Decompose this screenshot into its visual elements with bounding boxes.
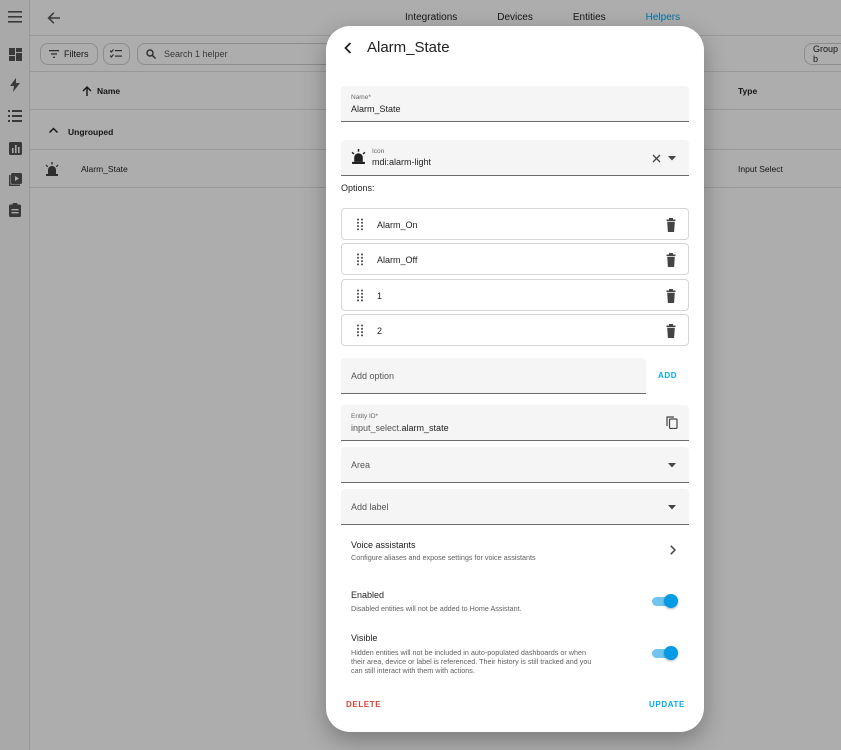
update-button[interactable]: UPDATE	[649, 700, 685, 709]
dialog-title: Alarm_State	[367, 39, 450, 56]
option-label: 2	[377, 326, 383, 336]
name-field-label: Name*	[351, 94, 371, 101]
delete-icon[interactable]	[664, 253, 678, 267]
dialog-header: Alarm_State	[326, 26, 704, 72]
voice-assistants-item[interactable]: Voice assistants Configure aliases and e…	[341, 533, 689, 567]
area-picker[interactable]: Area	[341, 447, 689, 483]
visible-subtitle-line: Hidden entities will not be included in …	[351, 648, 586, 657]
enabled-title: Enabled	[351, 590, 385, 600]
enabled-toggle[interactable]	[652, 594, 678, 608]
entity-id-label: Entity ID*	[351, 413, 379, 420]
option-label: Alarm_On	[377, 220, 418, 230]
add-option-input[interactable]: Add option	[341, 358, 646, 394]
entity-id-field[interactable]: Entity ID* input_select.alarm_state	[341, 405, 689, 441]
option-item[interactable]: Alarm_Off	[341, 243, 689, 275]
name-field-value: Alarm_State	[351, 104, 401, 114]
label-picker[interactable]: Add label	[341, 489, 689, 525]
alarm-light-icon	[351, 149, 366, 164]
add-option-placeholder: Add option	[351, 371, 395, 381]
delete-icon[interactable]	[664, 289, 678, 303]
visible-title: Visible	[351, 633, 378, 643]
option-label: Alarm_Off	[377, 255, 418, 265]
name-field[interactable]: Name* Alarm_State	[341, 86, 689, 122]
visible-subtitle-line: can still interact with them with action…	[351, 666, 475, 675]
drag-handle-icon[interactable]	[356, 289, 366, 302]
chevron-right-icon	[670, 545, 676, 555]
options-label: Options:	[341, 183, 375, 193]
voice-assistants-title: Voice assistants	[351, 540, 416, 550]
icon-picker-field[interactable]: Icon mdi:alarm-light	[341, 140, 689, 176]
clear-icon[interactable]	[649, 151, 663, 165]
delete-button[interactable]: DELETE	[346, 700, 381, 709]
entity-settings-dialog: Alarm_State Name* Alarm_State Icon mdi:a…	[326, 26, 704, 732]
visible-setting: Visible Hidden entities will not be incl…	[341, 630, 689, 680]
drag-handle-icon[interactable]	[356, 253, 366, 266]
drag-handle-icon[interactable]	[356, 218, 366, 231]
area-placeholder: Area	[351, 460, 371, 470]
option-item[interactable]: 1	[341, 279, 689, 311]
entity-id-prefix: input_select.	[351, 423, 402, 433]
option-item[interactable]: Alarm_On	[341, 208, 689, 240]
enabled-setting: Enabled Disabled entities will not be ad…	[341, 586, 689, 618]
delete-icon[interactable]	[664, 218, 678, 232]
copy-icon[interactable]	[665, 415, 679, 429]
delete-icon[interactable]	[664, 324, 678, 338]
dropdown-arrow-icon[interactable]	[665, 500, 679, 514]
enabled-subtitle: Disabled entities will not be added to H…	[351, 604, 522, 613]
voice-assistants-subtitle: Configure aliases and expose settings fo…	[351, 553, 536, 562]
entity-id-suffix: alarm_state	[401, 423, 449, 433]
icon-field-label: Icon	[372, 148, 385, 155]
visible-toggle[interactable]	[652, 646, 678, 660]
label-placeholder: Add label	[351, 502, 389, 512]
entity-id-value: input_select.alarm_state	[351, 423, 449, 433]
option-label: 1	[377, 291, 383, 301]
icon-field-value: mdi:alarm-light	[372, 157, 432, 167]
visible-subtitle-line: their area, device or label is reference…	[351, 657, 592, 666]
drag-handle-icon[interactable]	[356, 324, 366, 337]
chevron-left-icon[interactable]	[340, 40, 356, 56]
option-item[interactable]: 2	[341, 314, 689, 346]
dropdown-arrow-icon[interactable]	[665, 458, 679, 472]
add-option-button[interactable]: ADD	[658, 371, 677, 380]
dropdown-arrow-icon[interactable]	[665, 151, 679, 165]
